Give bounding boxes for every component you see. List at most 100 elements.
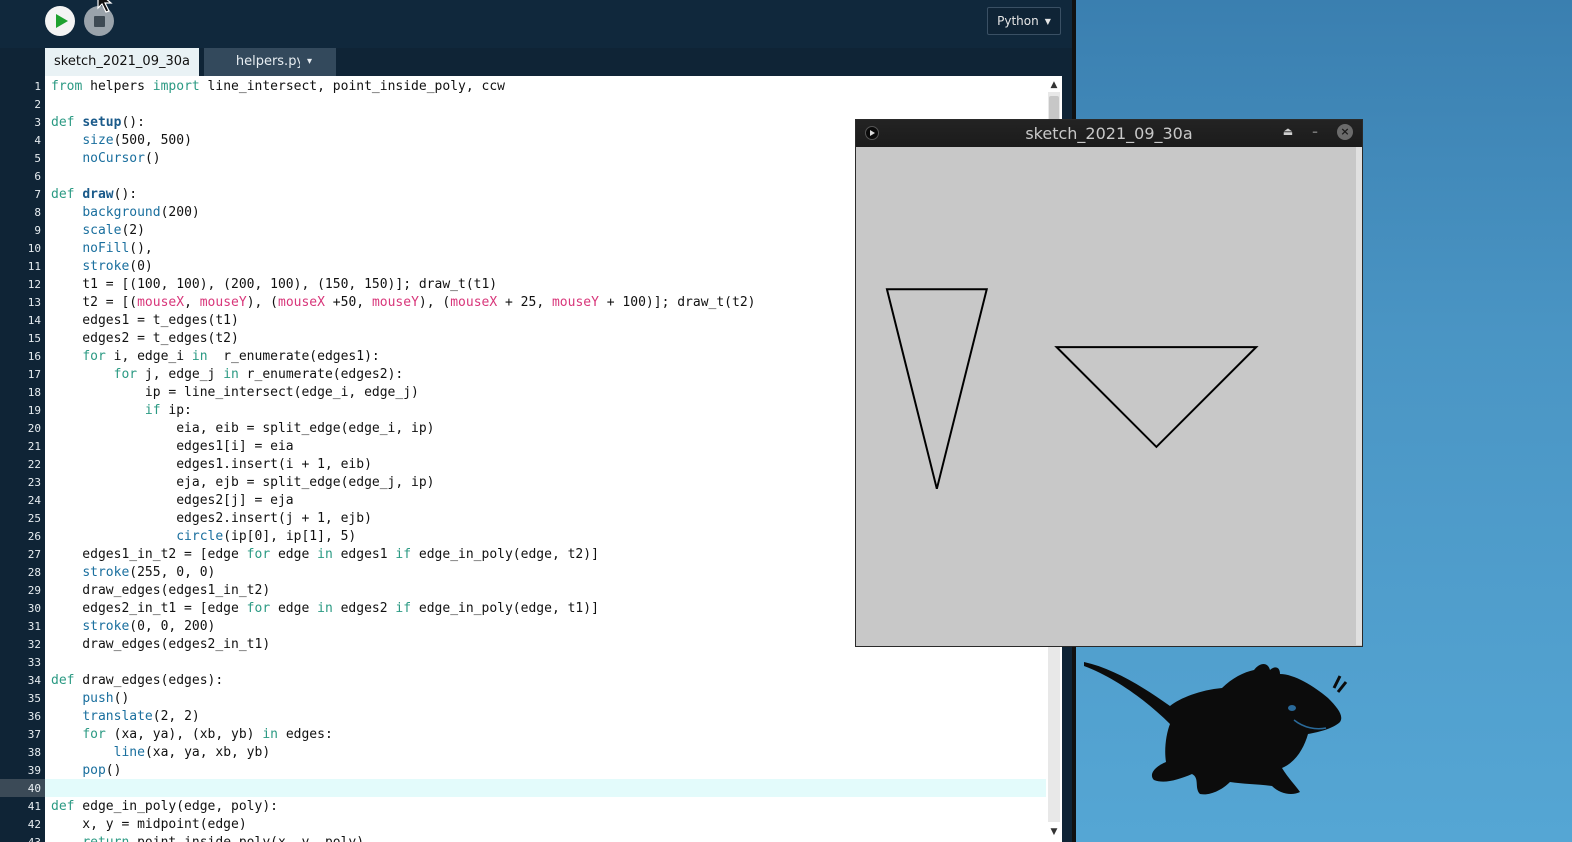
code-line[interactable]: eja, ejb = split_edge(edge_j, ip) bbox=[51, 474, 434, 492]
code-line[interactable]: def setup(): bbox=[51, 114, 145, 132]
line-number: 10 bbox=[27, 242, 41, 255]
code-line[interactable]: return point_inside_poly(x, y, poly) bbox=[51, 834, 364, 842]
code-line[interactable]: edges1.insert(i + 1, eib) bbox=[51, 456, 372, 474]
code-line[interactable]: def edge_in_poly(edge, poly): bbox=[51, 798, 278, 816]
code-line[interactable]: push() bbox=[51, 690, 129, 708]
line-number: 21 bbox=[27, 440, 41, 453]
code-line[interactable]: t1 = [(100, 100), (200, 100), (150, 150)… bbox=[51, 276, 497, 294]
scroll-down-icon[interactable]: ▼ bbox=[1048, 826, 1060, 838]
line-number: 11 bbox=[27, 260, 41, 273]
line-number: 15 bbox=[27, 332, 41, 345]
code-line[interactable]: size(500, 500) bbox=[51, 132, 192, 150]
code-line[interactable]: draw_edges(edges2_in_t1) bbox=[51, 636, 270, 654]
code-line[interactable]: stroke(0, 0, 200) bbox=[51, 618, 215, 636]
line-number: 4 bbox=[34, 134, 41, 147]
line-number: 27 bbox=[27, 548, 41, 561]
mode-selector[interactable]: Python ▼ bbox=[987, 7, 1061, 35]
line-number: 1 bbox=[34, 80, 41, 93]
line-number: 12 bbox=[27, 278, 41, 291]
code-line[interactable]: noCursor() bbox=[51, 150, 160, 168]
sketch-canvas[interactable] bbox=[857, 147, 1356, 645]
line-number: 28 bbox=[27, 566, 41, 579]
code-line[interactable]: def draw(): bbox=[51, 186, 137, 204]
minimize-icon[interactable]: – bbox=[1307, 124, 1323, 140]
line-number: 38 bbox=[27, 746, 41, 759]
code-line[interactable]: stroke(0) bbox=[51, 258, 152, 276]
line-number: 17 bbox=[27, 368, 41, 381]
shade-window-icon[interactable]: ⏏ bbox=[1280, 124, 1296, 140]
line-number: 26 bbox=[27, 530, 41, 543]
line-number: 7 bbox=[34, 188, 41, 201]
line-number: 35 bbox=[27, 692, 41, 705]
code-line[interactable]: for (xa, ya), (xb, yb) in edges: bbox=[51, 726, 332, 744]
code-line[interactable]: stroke(255, 0, 0) bbox=[51, 564, 215, 582]
code-line[interactable]: ip = line_intersect(edge_i, edge_j) bbox=[51, 384, 419, 402]
code-line[interactable]: def draw_edges(edges): bbox=[51, 672, 223, 690]
code-line[interactable]: edges2.insert(j + 1, ejb) bbox=[51, 510, 372, 528]
code-line[interactable]: for j, edge_j in r_enumerate(edges2): bbox=[51, 366, 404, 384]
line-number: 36 bbox=[27, 710, 41, 723]
line-number: 18 bbox=[27, 386, 41, 399]
stop-icon bbox=[93, 15, 105, 27]
code-line[interactable]: pop() bbox=[51, 762, 121, 780]
scroll-up-icon[interactable]: ▲ bbox=[1048, 79, 1060, 91]
line-number: 6 bbox=[34, 170, 41, 183]
current-line-highlight bbox=[45, 779, 1046, 797]
line-number: 30 bbox=[27, 602, 41, 615]
play-icon bbox=[55, 14, 68, 28]
code-line[interactable]: circle(ip[0], ip[1], 5) bbox=[51, 528, 356, 546]
line-number: 33 bbox=[27, 656, 41, 669]
line-number: 32 bbox=[27, 638, 41, 651]
line-number: 39 bbox=[27, 764, 41, 777]
line-number: 20 bbox=[27, 422, 41, 435]
code-line[interactable]: translate(2, 2) bbox=[51, 708, 199, 726]
line-number: 3 bbox=[34, 116, 41, 129]
toolbar: Python ▼ bbox=[0, 0, 1072, 48]
tab-sketch-main[interactable]: sketch_2021_09_30a bbox=[45, 48, 199, 76]
line-number: 37 bbox=[27, 728, 41, 741]
code-line[interactable]: edges1 = t_edges(t1) bbox=[51, 312, 239, 330]
line-number: 5 bbox=[34, 152, 41, 165]
code-line[interactable]: draw_edges(edges1_in_t2) bbox=[51, 582, 270, 600]
line-number: 24 bbox=[27, 494, 41, 507]
sketch-window[interactable]: sketch_2021_09_30a ⏏ – × bbox=[855, 119, 1363, 647]
code-line[interactable]: t2 = [(mouseX, mouseY), (mouseX +50, mou… bbox=[51, 294, 755, 312]
line-number: 42 bbox=[27, 818, 41, 831]
line-number: 29 bbox=[27, 584, 41, 597]
line-number: 25 bbox=[27, 512, 41, 525]
line-number: 23 bbox=[27, 476, 41, 489]
code-line[interactable]: edges1[i] = eia bbox=[51, 438, 293, 456]
chevron-down-icon: ▼ bbox=[1044, 16, 1051, 26]
code-line[interactable]: x, y = midpoint(edge) bbox=[51, 816, 246, 834]
code-line[interactable]: scale(2) bbox=[51, 222, 145, 240]
tab-menu-button[interactable]: ▾ bbox=[300, 48, 319, 76]
line-number: 9 bbox=[34, 224, 41, 237]
code-line[interactable]: from helpers import line_intersect, poin… bbox=[51, 78, 505, 96]
line-number: 34 bbox=[27, 674, 41, 687]
sketch-titlebar[interactable]: sketch_2021_09_30a ⏏ – × bbox=[856, 120, 1362, 147]
xfce-mouse-logo-icon bbox=[1084, 662, 1348, 795]
code-line[interactable]: eia, eib = split_edge(edge_i, ip) bbox=[51, 420, 434, 438]
line-number: 2 bbox=[34, 98, 41, 111]
code-line[interactable]: edges2_in_t1 = [edge for edge in edges2 … bbox=[51, 600, 599, 618]
code-line[interactable]: if ip: bbox=[51, 402, 192, 420]
line-number: 13 bbox=[27, 296, 41, 309]
line-number: 8 bbox=[34, 206, 41, 219]
code-line[interactable]: background(200) bbox=[51, 204, 199, 222]
line-number: 19 bbox=[27, 404, 41, 417]
code-line[interactable]: edges2[j] = eja bbox=[51, 492, 293, 510]
code-line[interactable]: for i, edge_i in r_enumerate(edges1): bbox=[51, 348, 379, 366]
close-icon[interactable]: × bbox=[1337, 124, 1353, 140]
line-number: 41 bbox=[27, 800, 41, 813]
mouse-pointer-icon bbox=[97, 0, 113, 13]
code-line[interactable]: noFill(), bbox=[51, 240, 152, 258]
run-button[interactable] bbox=[45, 6, 75, 36]
code-line[interactable]: line(xa, ya, xb, yb) bbox=[51, 744, 271, 762]
code-line[interactable]: edges2 = t_edges(t2) bbox=[51, 330, 239, 348]
line-number: 31 bbox=[27, 620, 41, 633]
line-number: 16 bbox=[27, 350, 41, 363]
code-line[interactable]: edges1_in_t2 = [edge for edge in edges1 … bbox=[51, 546, 599, 564]
line-number: 14 bbox=[27, 314, 41, 327]
line-number: 40 bbox=[27, 782, 41, 795]
line-number: 22 bbox=[27, 458, 41, 471]
